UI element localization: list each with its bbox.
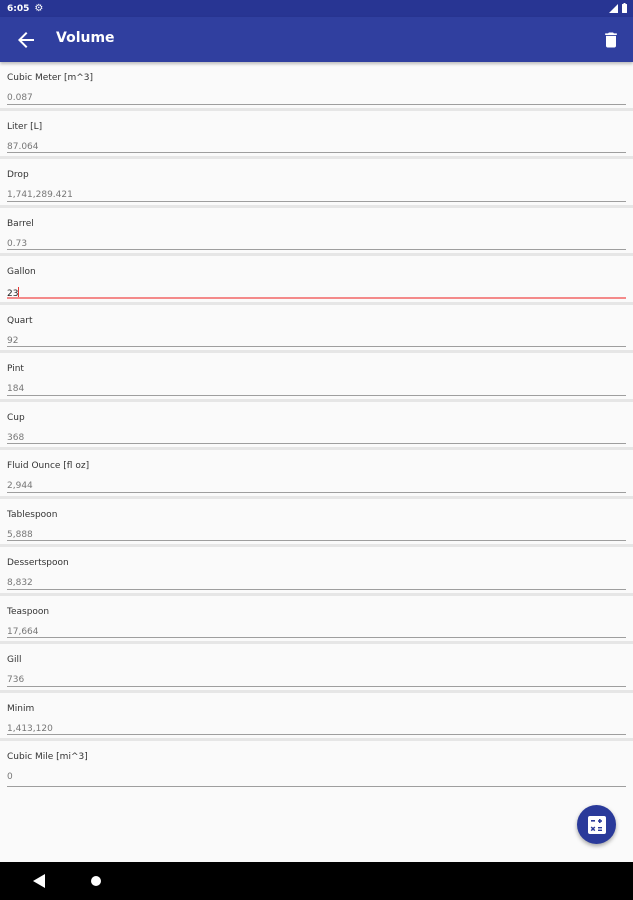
field-input[interactable]: 1,741,289.421 (7, 190, 73, 200)
field-input[interactable]: 92 (7, 336, 18, 346)
field-underline (7, 249, 626, 250)
calculator-icon (587, 815, 606, 834)
arrow-back-icon (18, 32, 34, 48)
field-minim: Minim 1,413,120 (0, 693, 633, 741)
field-input[interactable]: 2,944 (7, 481, 33, 491)
field-input[interactable]: 87.064 (7, 142, 39, 152)
nav-back-icon[interactable] (33, 874, 45, 888)
field-label: Dessertspoon (7, 558, 69, 568)
field-fluid-ounce: Fluid Ounce [fl oz] 2,944 (0, 450, 633, 499)
field-input[interactable]: 0 (7, 772, 13, 782)
field-underline (7, 394, 626, 396)
text-caret (18, 287, 20, 297)
field-drop: Drop 1,741,289.421 (0, 159, 633, 208)
field-label: Gill (7, 655, 22, 665)
field-label: Liter [L] (7, 121, 43, 132)
field-label: Minim (7, 703, 35, 714)
field-underline (7, 491, 626, 493)
unit-list: Cubic Meter [m^3] 0.087 Liter [L] 87.064… (0, 62, 633, 790)
navigation-bar (0, 862, 633, 900)
field-underline (7, 103, 626, 105)
field-underline (7, 540, 626, 541)
nav-home-icon[interactable] (91, 876, 101, 886)
field-underline (7, 734, 626, 735)
field-underline (7, 637, 626, 638)
field-underline (7, 588, 626, 590)
field-dessertspoon: Dessertspoon 8,832 (0, 547, 633, 596)
field-input[interactable]: 368 (7, 433, 24, 443)
field-underline (7, 200, 626, 202)
field-label: Quart (7, 315, 33, 326)
field-input[interactable]: 736 (7, 675, 24, 685)
field-underline (7, 443, 626, 444)
field-label: Pint (7, 364, 24, 374)
delete-button[interactable] (601, 28, 621, 52)
field-gallon: Gallon 23 (0, 256, 633, 305)
field-label: Cubic Meter [m^3] (7, 73, 93, 83)
field-label: Gallon (7, 267, 36, 277)
field-input[interactable]: 17,664 (7, 627, 39, 637)
field-input[interactable]: 184 (7, 384, 24, 394)
field-input[interactable]: 8,832 (7, 578, 33, 588)
field-tablespoon: Tablespoon 5,888 (0, 499, 633, 547)
field-label: Tablespoon (7, 509, 58, 520)
status-bar: 6:05 ⚙ (0, 0, 633, 17)
page-title: Volume (56, 30, 115, 46)
field-pint: Pint 184 (0, 353, 633, 402)
field-barrel: Barrel 0.73 (0, 208, 633, 256)
status-time: 6:05 (7, 3, 30, 14)
field-teaspoon: Teaspoon 17,664 (0, 596, 633, 644)
app-bar: Volume (0, 17, 633, 62)
calculator-fab-button[interactable] (577, 805, 616, 844)
field-label: Drop (7, 170, 29, 180)
field-label: Barrel (7, 218, 34, 229)
field-quart: Quart 92 (0, 305, 633, 353)
back-button[interactable] (14, 28, 38, 52)
field-underline (7, 152, 626, 153)
field-label: Teaspoon (7, 606, 50, 617)
field-label: Cup (7, 412, 25, 423)
gear-icon: ⚙ (34, 3, 44, 14)
field-input[interactable]: 5,888 (7, 530, 33, 540)
field-cubic-mile: Cubic Mile [mi^3] 0 (0, 741, 633, 790)
trash-icon (605, 32, 617, 48)
field-cup: Cup 368 (0, 402, 633, 450)
field-gill: Gill 736 (0, 644, 633, 693)
field-label: Cubic Mile [mi^3] (7, 752, 88, 762)
field-input[interactable]: 1,413,120 (7, 724, 53, 734)
signal-icon (609, 3, 618, 13)
field-cubic-meter: Cubic Meter [m^3] 0.087 (0, 62, 633, 111)
field-underline (7, 346, 626, 347)
battery-icon (622, 3, 627, 13)
status-icons (609, 3, 627, 13)
field-underline-active (7, 296, 626, 299)
field-liter: Liter [L] 87.064 (0, 111, 633, 159)
field-label: Fluid Ounce [fl oz] (7, 461, 90, 471)
field-underline (7, 685, 626, 687)
field-input[interactable]: 0.73 (7, 239, 27, 249)
field-input[interactable]: 0.087 (7, 93, 33, 103)
field-underline (7, 785, 626, 787)
